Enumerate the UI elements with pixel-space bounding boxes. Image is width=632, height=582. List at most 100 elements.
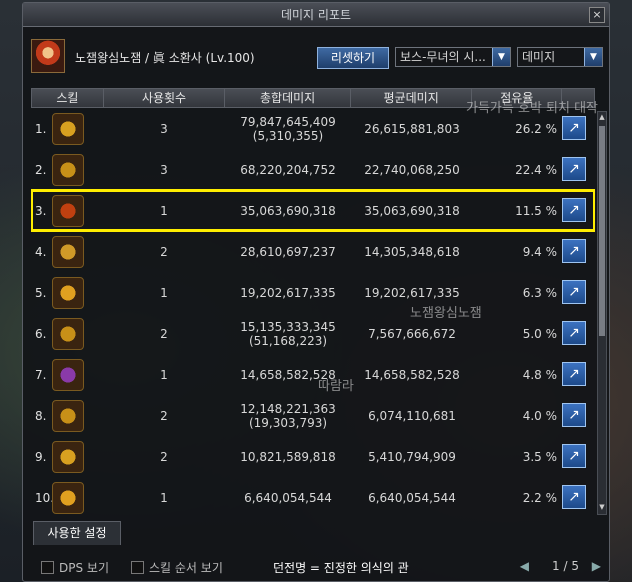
- table-row[interactable]: 6. 2 15,135,333,345 (51,168,223) 7,567,6…: [31, 313, 595, 354]
- col-total-damage[interactable]: 총합데미지: [225, 89, 351, 107]
- row-rank: 7.: [35, 367, 47, 382]
- share-icon[interactable]: ↗: [562, 444, 586, 468]
- row-uses: 1: [160, 285, 168, 300]
- table-row[interactable]: 4. 2 28,610,697,237 14,305,348,618 9.4 %…: [31, 231, 595, 272]
- row-rank: 5.: [35, 285, 47, 300]
- skill-damage-table: 스킬 사용횟수 총합데미지 평균데미지 점유율 1. 3 79,847,645,…: [31, 88, 595, 520]
- next-page-icon[interactable]: ▶: [592, 559, 601, 573]
- dungeon-title: 던전명 = 진정한 의식의 관: [273, 561, 409, 575]
- chevron-down-icon[interactable]: ▼: [492, 48, 510, 66]
- table-row[interactable]: 10. 1 6,640,054,544 6,640,054,544 2.2 % …: [31, 477, 595, 518]
- row-total-value: 10,821,589,818: [240, 449, 336, 464]
- row-share: 6.3 %: [522, 285, 557, 300]
- row-rank: 8.: [35, 408, 47, 423]
- row-total: 10,821,589,818: [225, 450, 351, 464]
- row-uses: 3: [160, 162, 168, 177]
- prev-page-icon[interactable]: ◀: [520, 559, 529, 573]
- row-uses: 2: [160, 244, 168, 259]
- row-share: 2.2 %: [522, 490, 557, 505]
- skill-icon: [52, 441, 84, 473]
- page-indicator: 1 / 5: [552, 559, 579, 573]
- row-avg: 22,740,068,250: [364, 162, 460, 177]
- share-icon[interactable]: ↗: [562, 321, 586, 345]
- scroll-down-icon[interactable]: ▼: [598, 503, 606, 513]
- share-icon[interactable]: ↗: [562, 157, 586, 181]
- col-uses[interactable]: 사용횟수: [104, 89, 226, 107]
- close-icon[interactable]: ×: [589, 7, 605, 23]
- table-row[interactable]: 3. 1 35,063,690,318 35,063,690,318 11.5 …: [31, 189, 595, 232]
- skill-order-checkbox[interactable]: [131, 561, 144, 574]
- row-avg: 26,615,881,803: [364, 121, 460, 136]
- row-avg: 6,640,054,544: [368, 490, 456, 505]
- metric-select[interactable]: 데미지 ▼: [517, 47, 603, 67]
- tab-used-settings[interactable]: 사용한 설정: [33, 521, 121, 545]
- table-row[interactable]: 7. 1 14,658,582,528 14,658,582,528 4.8 %…: [31, 354, 595, 395]
- table-header: 스킬 사용횟수 총합데미지 평균데미지 점유율: [31, 88, 595, 108]
- character-name: 노잼왕심노잼 / 眞 소환사 (Lv.100): [75, 51, 255, 65]
- skill-icon: [52, 400, 84, 432]
- row-avg: 5,410,794,909: [368, 449, 456, 464]
- skill-icon: [52, 482, 84, 514]
- skill-order-label: 스킬 순서 보기: [149, 561, 223, 575]
- row-uses: 1: [160, 367, 168, 382]
- row-avg: 7,567,666,672: [368, 326, 456, 341]
- metric-select-value: 데미지: [522, 50, 556, 64]
- row-total-value: 19,202,617,335: [240, 285, 336, 300]
- row-total: 35,063,690,318: [225, 204, 351, 218]
- skill-icon: [52, 154, 84, 186]
- table-body: 1. 3 79,847,645,409 (5,310,355) 26,615,8…: [31, 108, 595, 520]
- row-share: 11.5 %: [515, 203, 557, 218]
- row-avg: 14,305,348,618: [364, 244, 460, 259]
- row-uses: 2: [160, 408, 168, 423]
- table-row[interactable]: 1. 3 79,847,645,409 (5,310,355) 26,615,8…: [31, 108, 595, 149]
- skill-icon: [52, 318, 84, 350]
- row-rank: 4.: [35, 244, 47, 259]
- row-rank: 2.: [35, 162, 47, 177]
- table-row[interactable]: 9. 2 10,821,589,818 5,410,794,909 3.5 % …: [31, 436, 595, 477]
- col-skill[interactable]: 스킬: [32, 89, 104, 107]
- row-avg: 19,202,617,335: [364, 285, 460, 300]
- dungeon-select[interactable]: 보스-무녀의 시... ▼: [395, 47, 511, 67]
- table-row[interactable]: 5. 1 19,202,617,335 19,202,617,335 6.3 %…: [31, 272, 595, 313]
- row-total-value: 68,220,204,752: [240, 162, 336, 177]
- row-share: 5.0 %: [522, 326, 557, 341]
- row-share: 26.2 %: [515, 121, 557, 136]
- row-total: 12,148,221,363 (19,303,793): [225, 402, 351, 430]
- share-icon[interactable]: ↗: [562, 403, 586, 427]
- reset-button[interactable]: 리셋하기: [317, 47, 389, 69]
- share-icon[interactable]: ↗: [562, 485, 586, 509]
- row-total: 28,610,697,237: [225, 245, 351, 259]
- row-total: 79,847,645,409 (5,310,355): [225, 115, 351, 143]
- row-share: 22.4 %: [515, 162, 557, 177]
- row-total-value: 35,063,690,318: [240, 203, 336, 218]
- row-total-value: 14,658,582,528: [240, 367, 336, 382]
- row-share: 4.0 %: [522, 408, 557, 423]
- scroll-thumb[interactable]: [599, 126, 605, 336]
- share-icon[interactable]: ↗: [562, 362, 586, 386]
- table-row[interactable]: 2. 3 68,220,204,752 22,740,068,250 22.4 …: [31, 149, 595, 190]
- row-total-value: 6,640,054,544: [244, 490, 332, 505]
- skill-icon: [52, 277, 84, 309]
- scroll-up-icon[interactable]: ▲: [598, 113, 606, 123]
- share-icon[interactable]: ↗: [562, 198, 586, 222]
- dps-label: DPS 보기: [59, 561, 109, 575]
- row-avg: 6,074,110,681: [368, 408, 456, 423]
- dungeon-select-value: 보스-무녀의 시...: [400, 50, 486, 64]
- col-avg-damage[interactable]: 평균데미지: [351, 89, 473, 107]
- row-uses: 1: [160, 203, 168, 218]
- chevron-down-icon[interactable]: ▼: [584, 48, 602, 66]
- row-rank: 3.: [35, 203, 47, 218]
- share-icon[interactable]: ↗: [562, 116, 586, 140]
- dps-checkbox[interactable]: [41, 561, 54, 574]
- row-rank: 1.: [35, 121, 47, 136]
- skill-icon: [52, 236, 84, 268]
- table-scrollbar[interactable]: ▲ ▼: [597, 111, 607, 515]
- window-titlebar[interactable]: 데미지 리포트 ×: [23, 3, 609, 27]
- skill-icon: [52, 359, 84, 391]
- col-share[interactable]: 점유율: [472, 89, 563, 107]
- row-uses: 3: [160, 121, 168, 136]
- table-row[interactable]: 8. 2 12,148,221,363 (19,303,793) 6,074,1…: [31, 395, 595, 436]
- avatar: [31, 39, 65, 73]
- share-icon[interactable]: ↗: [562, 239, 586, 263]
- share-icon[interactable]: ↗: [562, 280, 586, 304]
